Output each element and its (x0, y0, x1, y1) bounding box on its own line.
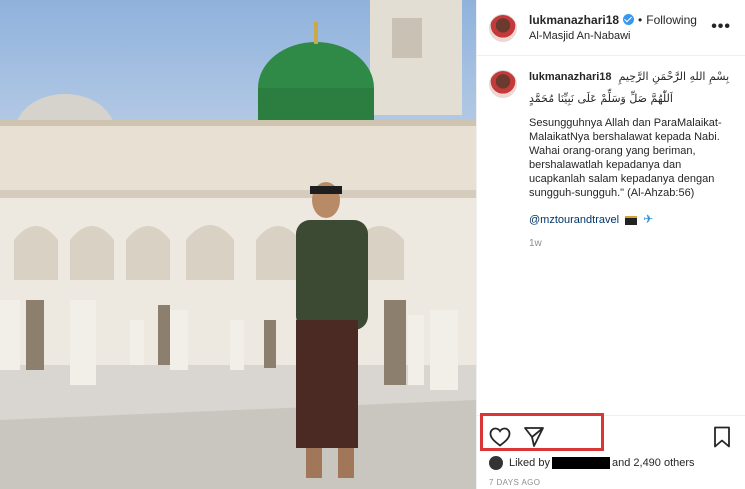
post-header: lukmanazhari18 • Following Al-Masjid An-… (477, 0, 745, 56)
caption-section: lukmanazhari18 بِسْمِ اللهِ الرَّحْمَنِ … (477, 56, 745, 251)
annotation-highlight-box (480, 413, 604, 451)
likes-summary[interactable]: Liked by and 2,490 others (489, 456, 695, 470)
author-avatar[interactable] (489, 13, 517, 42)
post-location[interactable]: Al-Masjid An-Nabawi (529, 28, 697, 44)
author-username[interactable]: lukmanazhari18 (529, 12, 619, 28)
mosque-photo-illustration (0, 0, 476, 489)
redacted-username (551, 457, 610, 469)
bookmark-icon[interactable] (710, 425, 734, 449)
verified-badge-icon (623, 14, 635, 25)
caption-mention-link[interactable]: @mztourandtravel (529, 214, 619, 226)
more-options-icon[interactable]: ••• (711, 18, 731, 36)
caption-arabic-salawat: اَللّٰهُمَّ صَلِّ وَسَلِّمْ عَلَى نَبِيِ… (529, 92, 673, 105)
caption-time-ago[interactable]: 1w (529, 237, 733, 251)
post-photo[interactable] (0, 0, 476, 489)
caption-author-avatar[interactable] (489, 70, 517, 98)
caption-arabic-opening: بِسْمِ اللهِ الرَّحْمَنِ الرَّحِيمِ (618, 70, 730, 83)
kaaba-emoji-icon (625, 215, 638, 225)
following-button[interactable]: Following (646, 12, 697, 28)
caption-username[interactable]: lukmanazhari18 (529, 71, 612, 83)
separator-dot: • (638, 12, 643, 27)
post-date: 7 DAYS AGO (489, 478, 541, 487)
airplane-emoji-icon: ✈ (643, 212, 654, 226)
likes-count[interactable]: and 2,490 others (612, 457, 695, 469)
liker-avatar[interactable] (489, 456, 503, 470)
post-sidebar: lukmanazhari18 • Following Al-Masjid An-… (476, 0, 745, 489)
likes-prefix: Liked by (509, 457, 550, 469)
caption-text: Sesungguhnya Allah dan ParaMalaikat-Mala… (529, 117, 722, 199)
